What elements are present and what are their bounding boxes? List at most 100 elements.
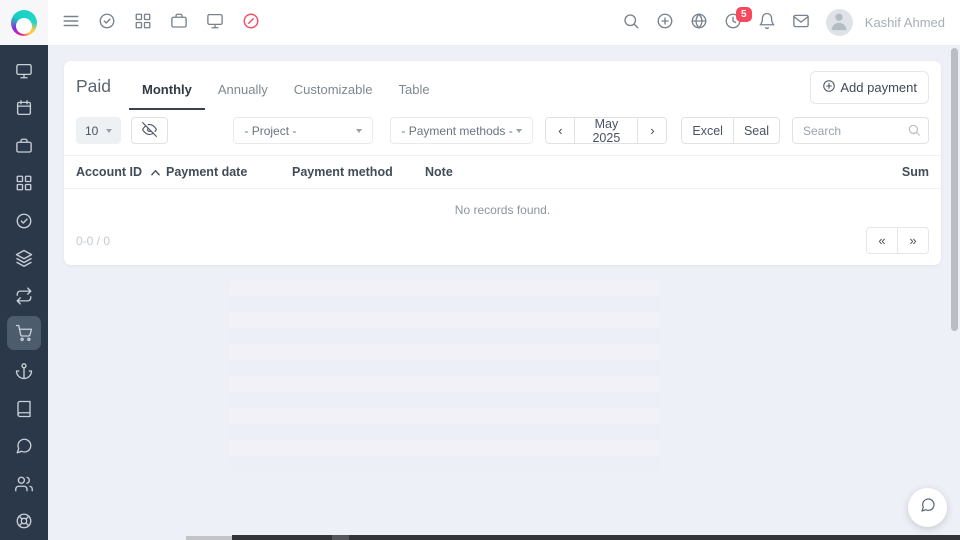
sidebar-item-recurring[interactable] [0,277,48,315]
app-root: 5 Kashif Ahmed Paid Monthly Annually Cus… [0,0,960,540]
toggle-columns-button[interactable] [131,117,169,144]
sidebar-item-layers[interactable] [0,240,48,278]
last-page-button[interactable]: » [897,227,929,254]
project-select[interactable]: - Project - [233,117,374,144]
filter-row: 10 - Project - - Payment methods - ‹ May… [76,117,929,145]
tab-customizable[interactable]: Customizable [281,74,386,110]
sidebar-item-docs[interactable] [0,390,48,428]
menu-toggle-button[interactable] [62,14,80,32]
quick-add-button[interactable] [656,12,674,33]
prev-month-button[interactable]: ‹ [545,117,576,144]
projects-button[interactable] [170,12,188,33]
topbar: 5 Kashif Ahmed [0,0,960,46]
timer-button[interactable] [242,12,260,33]
app-logo [11,9,37,36]
horizontal-scrollbar-thumb[interactable] [186,536,232,540]
chat-bubble-icon [920,497,936,518]
seal-export-button[interactable]: Seal [732,117,780,144]
menu-icon [62,12,80,33]
sidebar-item-apps[interactable] [0,165,48,203]
sort-asc-icon[interactable] [151,169,160,176]
eye-off-icon [142,121,158,140]
chat-fab-button[interactable] [908,488,947,527]
tab-table[interactable]: Table [386,74,443,110]
payment-methods-value: - Payment methods - [401,123,513,138]
column-sum[interactable]: Sum [885,165,929,179]
first-page-button[interactable]: « [866,227,898,254]
sidebar-item-anchor[interactable] [0,352,48,390]
time-log-button[interactable]: 5 [724,6,752,32]
month-navigator: ‹ May 2025 › [545,117,668,145]
current-month-button[interactable]: May 2025 [574,117,639,145]
user-avatar[interactable] [825,9,853,36]
repeat-icon [7,279,41,313]
check-circle-icon [98,12,116,33]
sidebar-item-calendar[interactable] [0,90,48,128]
add-payment-button[interactable]: Add payment [810,71,929,104]
excel-export-button[interactable]: Excel [681,117,734,144]
message-circle-icon [7,429,41,463]
topbar-left-icons [48,12,260,33]
tasks-button[interactable] [98,12,116,33]
vertical-scrollbar-thumb[interactable] [951,48,958,331]
empty-state-message: No records found. [454,203,551,217]
taskbar-edge-notch [332,535,349,540]
sidebar-item-tasks[interactable] [0,202,48,240]
tab-bar: Monthly Annually Customizable Table [129,74,443,110]
sidebar-item-team[interactable] [0,465,48,503]
sidebar-item-chat[interactable] [0,427,48,465]
sidebar-item-support[interactable] [0,502,48,540]
monitor-icon [206,12,224,33]
page-size-value: 10 [85,123,99,138]
logo-box[interactable] [0,0,48,45]
life-buoy-icon [7,504,41,538]
tab-annually[interactable]: Annually [205,74,281,110]
sidebar [0,45,48,540]
display-button[interactable] [206,12,224,33]
chevron-down-icon [106,128,113,133]
column-label: Account ID [76,165,142,179]
notifications-button[interactable] [758,12,776,32]
pagination-range: 0-0 / 0 [76,233,111,248]
card-footer: 0-0 / 0 « » [76,227,929,254]
page-size-select[interactable]: 10 [76,117,122,144]
column-payment-method[interactable]: Payment method [292,165,425,179]
language-button[interactable] [690,12,708,33]
chevron-down-icon [356,128,363,133]
column-note[interactable]: Note [425,165,885,179]
column-payment-date[interactable]: Payment date [166,165,292,179]
shopping-cart-icon [7,316,41,351]
pagination-buttons: « » [866,227,929,254]
grid-icon [7,166,41,200]
timer-icon [242,12,260,33]
table-search [792,117,929,144]
tab-monthly[interactable]: Monthly [129,74,205,110]
next-month-button[interactable]: › [637,117,668,144]
add-payment-label: Add payment [840,80,917,95]
column-account-id[interactable]: Account ID [76,165,166,179]
user-name[interactable]: Kashif Ahmed [865,15,945,30]
briefcase-icon [170,12,188,33]
sidebar-item-payments[interactable] [0,315,48,353]
messages-button[interactable] [792,14,810,32]
plus-circle-icon [656,12,674,33]
monitor-icon [7,54,41,88]
search-icon [622,12,640,33]
global-search-button[interactable] [622,14,640,32]
sidebar-item-dashboard[interactable] [0,52,48,90]
layers-icon [7,241,41,275]
calendar-icon [7,91,41,125]
main-content: Paid Monthly Annually Customizable Table… [48,45,960,540]
grid-icon [134,12,152,33]
check-circle-icon [7,204,41,238]
payment-methods-select[interactable]: - Payment methods - [390,117,534,144]
apps-button[interactable] [134,12,152,33]
book-icon [7,392,41,426]
globe-icon [690,12,708,33]
ghost-table-watermark [230,280,660,470]
sidebar-item-projects[interactable] [0,127,48,165]
notification-badge: 5 [735,6,752,22]
person-icon [828,9,850,36]
table-header: Account ID Payment date Payment method N… [64,155,941,189]
export-buttons: Excel Seal [681,117,780,144]
